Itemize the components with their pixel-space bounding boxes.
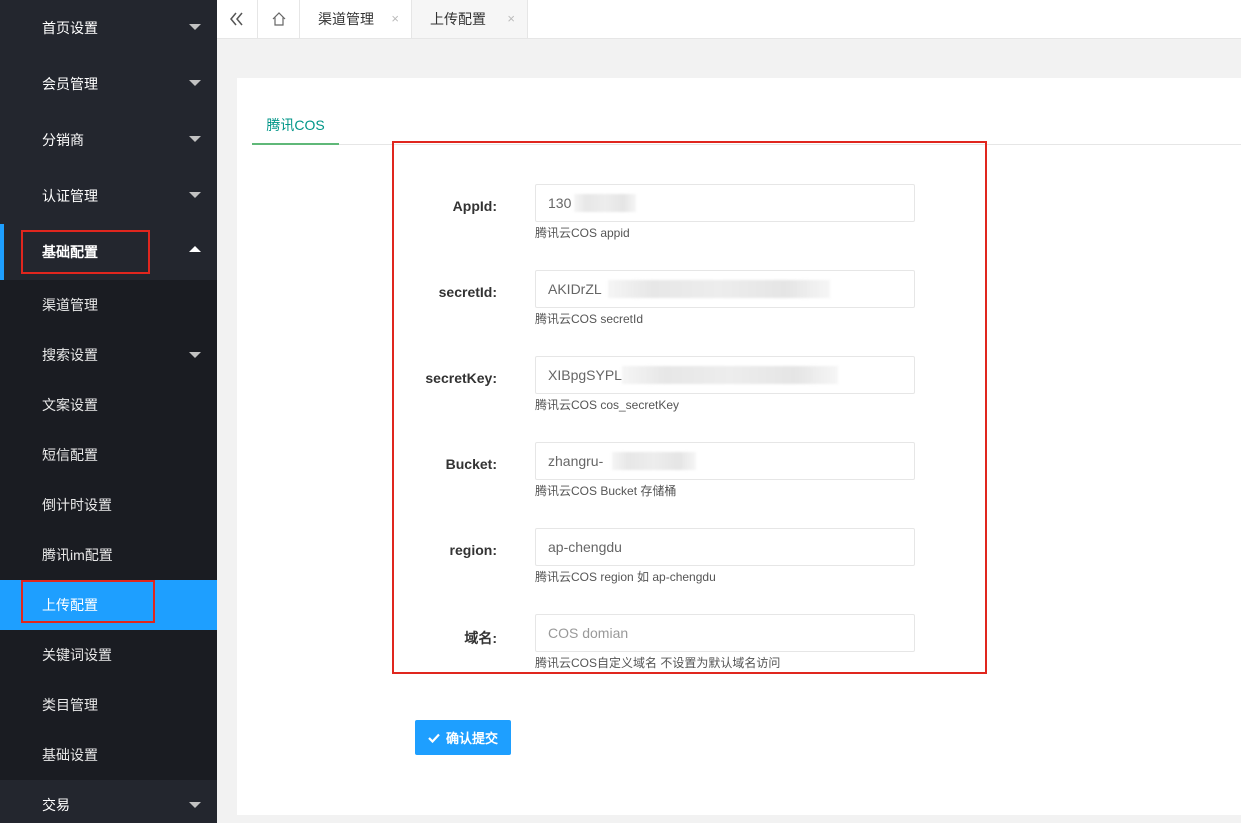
close-icon[interactable]: × [391,0,399,38]
sidebar-item-label: 短信配置 [42,447,98,463]
close-icon[interactable]: × [507,0,515,38]
sidebar-item-label: 腾讯im配置 [42,547,113,563]
sidebar-item-label: 基础设置 [42,747,98,763]
chevron-down-icon [189,80,201,86]
chevron-down-icon [189,352,201,358]
highlight-box-upload-config [21,580,155,623]
double-chevron-left-icon [230,12,243,26]
chevron-down-icon [189,136,201,142]
tab-home[interactable] [258,0,300,38]
sidebar-item-tencent-im[interactable]: 腾讯im配置 [0,530,217,580]
chevron-down-icon [189,24,201,30]
submit-label: 确认提交 [445,731,498,746]
sidebar-item-keywords[interactable]: 关键词设置 [0,630,217,680]
tab-label: 渠道管理 [318,11,374,27]
sidebar-item-countdown[interactable]: 倒计时设置 [0,480,217,530]
sidebar-item-channel[interactable]: 渠道管理 [0,280,217,330]
subnav: 渠道管理 搜索设置 文案设置 短信配置 倒计时设置 腾讯im配置 上传配置 关键… [0,280,217,780]
sidebar-item-label: 渠道管理 [42,297,98,313]
tab-label: 上传配置 [430,11,486,27]
config-tabs: 腾讯COS [252,105,1241,145]
nav-item-home-settings[interactable]: 首页设置 [0,0,217,56]
tab-bar: 渠道管理 × 上传配置 × [217,0,1241,39]
nav-item-label: 认证管理 [42,188,98,204]
sidebar-item-label: 关键词设置 [42,647,112,663]
nav-item-label: 首页设置 [42,20,98,36]
sidebar-item-category[interactable]: 类目管理 [0,680,217,730]
highlight-box-form [392,141,987,674]
sidebar: 首页设置 会员管理 分销商 认证管理 基础配置 渠道管理 搜索设置 文案设置 短… [0,0,217,823]
sidebar-item-sms-config[interactable]: 短信配置 [0,430,217,480]
sidebar-item-label: 类目管理 [42,697,98,713]
nav-item-label: 分销商 [42,132,84,148]
nav-item-distributor[interactable]: 分销商 [0,112,217,168]
chevron-up-icon [189,246,201,252]
check-icon [428,733,440,743]
highlight-box-basic-config [21,230,150,274]
nav-item-member-management[interactable]: 会员管理 [0,56,217,112]
sidebar-item-label: 倒计时设置 [42,497,112,513]
submit-button[interactable]: 确认提交 [415,720,511,755]
sidebar-item-label: 文案设置 [42,397,98,413]
nav-item-label: 会员管理 [42,76,98,92]
tab-tencent-cos[interactable]: 腾讯COS [252,105,339,145]
sidebar-item-label: 搜索设置 [42,347,98,363]
collapse-sidebar-button[interactable] [217,0,258,38]
nav-item-certification[interactable]: 认证管理 [0,168,217,224]
tab-channel-management[interactable]: 渠道管理 × [300,0,412,38]
home-icon [272,12,285,26]
chevron-down-icon [189,192,201,198]
chevron-down-icon [189,802,201,808]
sidebar-item-search-settings[interactable]: 搜索设置 [0,330,217,380]
sidebar-item-copy-settings[interactable]: 文案设置 [0,380,217,430]
sidebar-item-basic-settings[interactable]: 基础设置 [0,730,217,780]
tab-upload-config[interactable]: 上传配置 × [412,0,528,38]
nav-item-label: 交易 [42,797,70,813]
nav-item-trade[interactable]: 交易 [0,780,217,823]
